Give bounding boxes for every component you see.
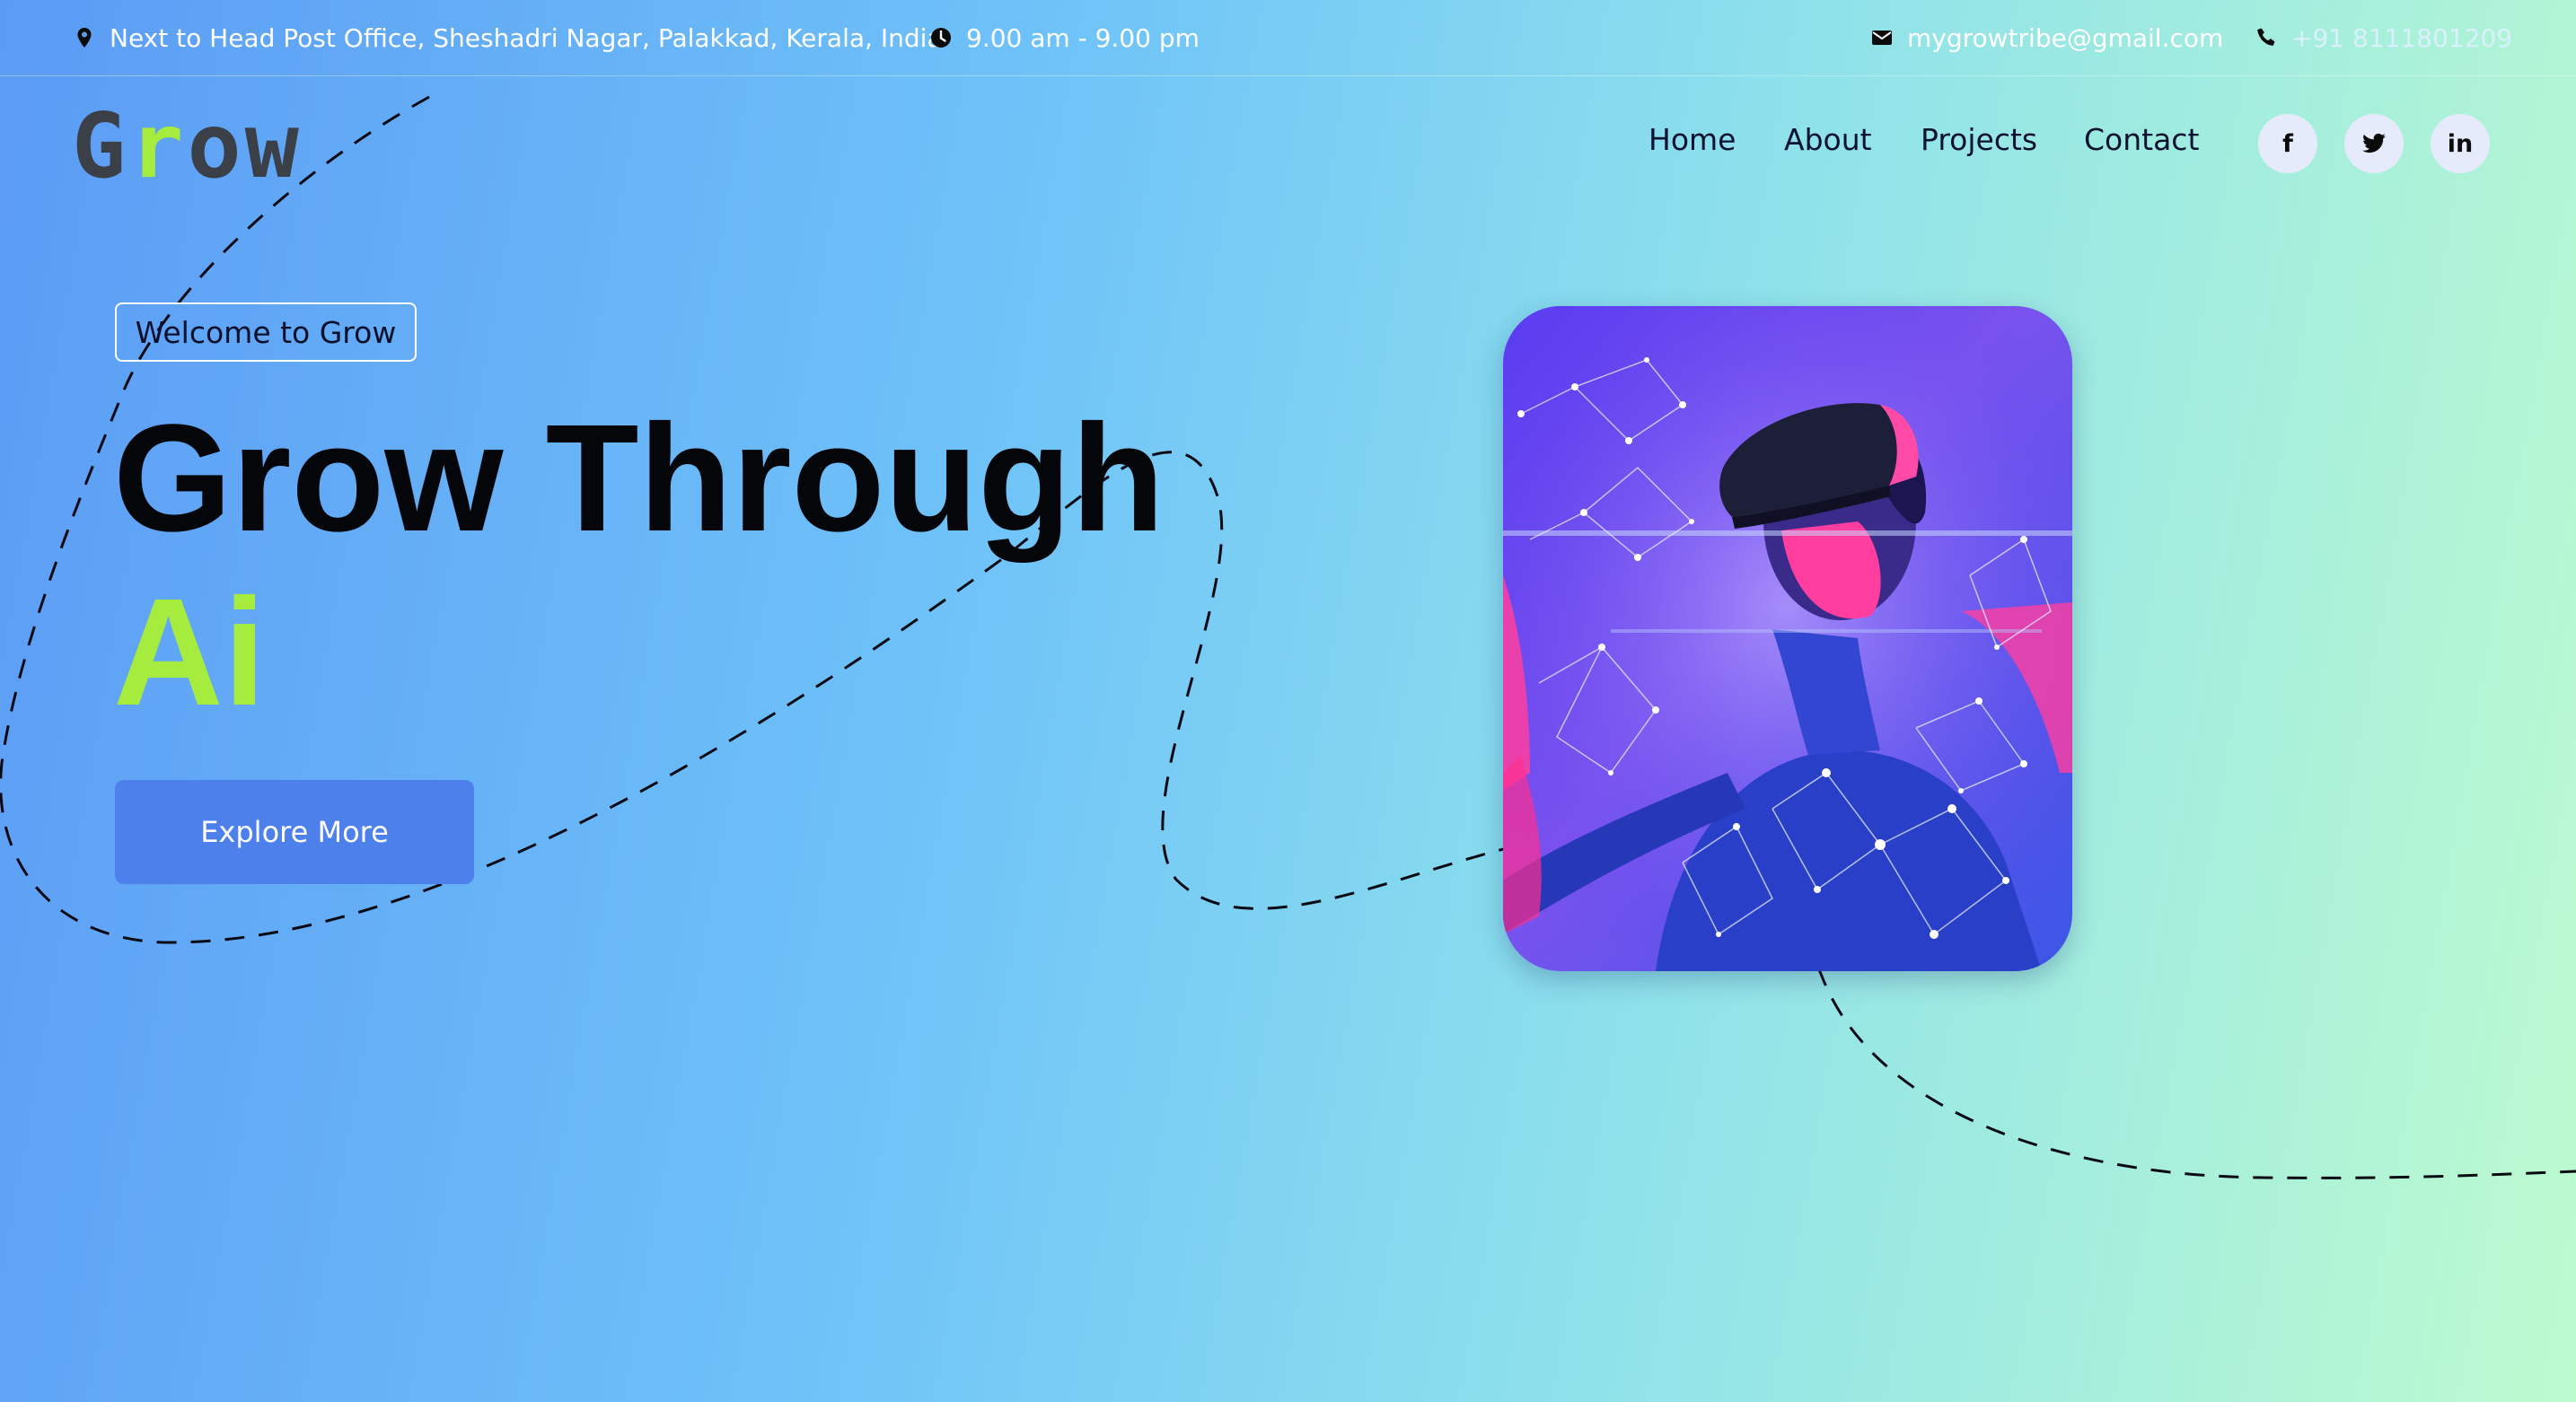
clock-icon: [931, 28, 951, 48]
hours-text: 9.00 am - 9.00 pm: [966, 22, 1200, 53]
nav-link-home[interactable]: Home: [1648, 122, 1736, 157]
welcome-badge: Welcome to Grow: [115, 302, 417, 362]
twitter-button[interactable]: [2344, 114, 2404, 173]
nav-link-projects[interactable]: Projects: [1921, 122, 2037, 157]
envelope-icon: [1872, 31, 1892, 45]
phone-info[interactable]: +91 8111801209: [2255, 22, 2512, 54]
phone-text[interactable]: +91 8111801209: [2291, 23, 2512, 53]
address-info: Next to Head Post Office, Sheshadri Naga…: [74, 22, 943, 54]
facebook-icon: f: [2282, 129, 2293, 158]
location-pin-icon: [77, 28, 92, 48]
nav-link-contact[interactable]: Contact: [2084, 122, 2199, 157]
address-text: Next to Head Post Office, Sheshadri Naga…: [110, 22, 943, 53]
email-text[interactable]: mygrowtribe@gmail.com: [1907, 23, 2223, 53]
top-info-bar: Next to Head Post Office, Sheshadri Naga…: [0, 0, 2576, 76]
logo-letter: w: [244, 93, 303, 198]
hero-headline: Grow Through: [113, 393, 1165, 564]
hero-vr-image: [1503, 306, 2072, 971]
twitter-icon: [2362, 133, 2386, 153]
linkedin-button[interactable]: in: [2431, 114, 2490, 173]
logo-letter: G: [72, 93, 130, 198]
phone-icon: [2257, 28, 2275, 46]
hours-info: 9.00 am - 9.00 pm: [930, 22, 1200, 54]
dashed-curve-decoration: [0, 95, 2576, 1179]
nav-link-about[interactable]: About: [1784, 122, 1872, 157]
hero-headline-accent: Ai: [113, 567, 266, 738]
facebook-button[interactable]: f: [2258, 114, 2317, 173]
explore-more-button[interactable]: Explore More: [115, 780, 474, 884]
logo-letter: o: [187, 93, 245, 198]
email-info[interactable]: mygrowtribe@gmail.com: [1871, 22, 2223, 54]
linkedin-icon: in: [2447, 129, 2474, 158]
site-logo[interactable]: Grow: [72, 93, 303, 198]
logo-accent-letter: r: [129, 93, 188, 198]
